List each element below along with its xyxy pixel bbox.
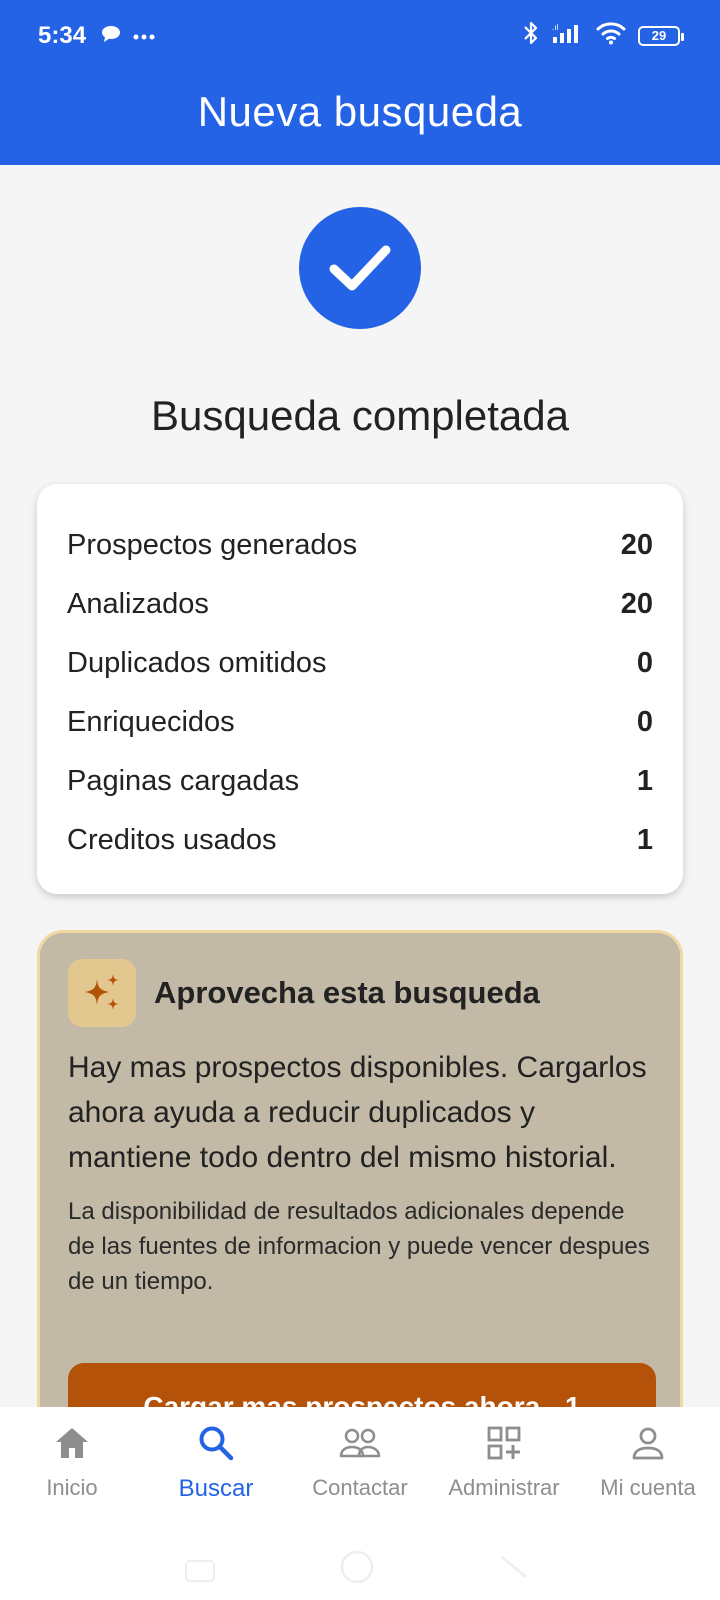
- app-header: 5:34 .ıl 29 Nueva busqueda: [0, 0, 720, 165]
- svg-text:.ıl: .ıl: [552, 23, 558, 32]
- signal-icon: .ıl: [552, 22, 584, 49]
- system-navigation-bar: [0, 1547, 720, 1587]
- grid-add-icon: [486, 1419, 522, 1467]
- stat-label: Analizados: [67, 588, 209, 620]
- more-dots-icon: [132, 28, 156, 46]
- nav-label: Administrar: [448, 1475, 560, 1500]
- stat-value: 0: [636, 706, 653, 738]
- promo-card: Aprovecha esta busqueda Hay mas prospect…: [37, 930, 683, 1490]
- nav-label: Buscar: [178, 1475, 254, 1502]
- person-icon: [631, 1419, 665, 1467]
- bottom-nav: Inicio Buscar Contactar Administrar Mi c…: [0, 1407, 720, 1600]
- stat-label: Creditos usados: [67, 824, 277, 856]
- nav-item-administrar[interactable]: Administrar: [432, 1419, 576, 1501]
- nav-item-mi-cuenta[interactable]: Mi cuenta: [576, 1419, 720, 1501]
- people-icon: [339, 1419, 381, 1467]
- promo-header: Aprovecha esta busqueda: [68, 959, 652, 1027]
- status-time: 5:34: [38, 22, 87, 49]
- promo-title: Aprovecha esta busqueda: [154, 975, 540, 1010]
- stat-row-enriquecidos: Enriquecidos 0: [67, 693, 653, 752]
- nav-label: Contactar: [312, 1475, 408, 1500]
- stats-card: Prospectos generados 20 Analizados 20 Du…: [37, 484, 683, 894]
- stat-row-prospectos-generados: Prospectos generados 20: [67, 516, 653, 575]
- wifi-icon: [596, 21, 626, 50]
- sparkles-icon: [68, 959, 136, 1027]
- stat-label: Paginas cargadas: [67, 765, 300, 797]
- stat-row-paginas-cargadas: Paginas cargadas 1: [67, 752, 653, 811]
- app-screen: 5:34 .ıl 29 Nueva busqueda Busqueda comp…: [0, 0, 720, 1600]
- back-key: [501, 1556, 527, 1578]
- promo-body: Hay mas prospectos disponibles. Cargarlo…: [68, 1051, 647, 1174]
- recents-key: [185, 1560, 215, 1582]
- check-icon: [299, 207, 421, 329]
- home-key: [340, 1550, 374, 1584]
- bluetooth-icon: [522, 20, 540, 51]
- stat-label: Duplicados omitidos: [67, 647, 327, 679]
- status-bar: 5:34 .ıl 29: [0, 0, 720, 72]
- promo-note: La disponibilidad de resultados adiciona…: [68, 1198, 650, 1295]
- nav-label: Inicio: [46, 1475, 98, 1500]
- stat-row-analizados: Analizados 20: [67, 575, 653, 634]
- nav-item-inicio[interactable]: Inicio: [0, 1419, 144, 1501]
- stat-value: 20: [620, 529, 653, 561]
- search-icon: [197, 1419, 235, 1467]
- nav-item-buscar[interactable]: Buscar: [144, 1419, 288, 1503]
- stat-row-duplicados-omitidos: Duplicados omitidos 0: [67, 634, 653, 693]
- stat-value: 1: [636, 824, 653, 856]
- nav-item-contactar[interactable]: Contactar: [288, 1419, 432, 1501]
- stat-label: Enriquecidos: [67, 706, 235, 738]
- nav-label: Mi cuenta: [600, 1475, 696, 1500]
- result-title: Busqueda completada: [151, 392, 569, 439]
- stat-value: 20: [620, 588, 653, 620]
- chat-bubble-icon: [100, 24, 122, 49]
- stat-row-creditos-usados: Creditos usados 1: [67, 811, 653, 870]
- stat-value: 1: [636, 765, 653, 797]
- stat-value: 0: [636, 647, 653, 679]
- stat-label: Prospectos generados: [67, 529, 358, 561]
- battery-icon: 29: [638, 25, 684, 46]
- page-title: Nueva busqueda: [197, 88, 523, 135]
- home-icon: [54, 1419, 90, 1467]
